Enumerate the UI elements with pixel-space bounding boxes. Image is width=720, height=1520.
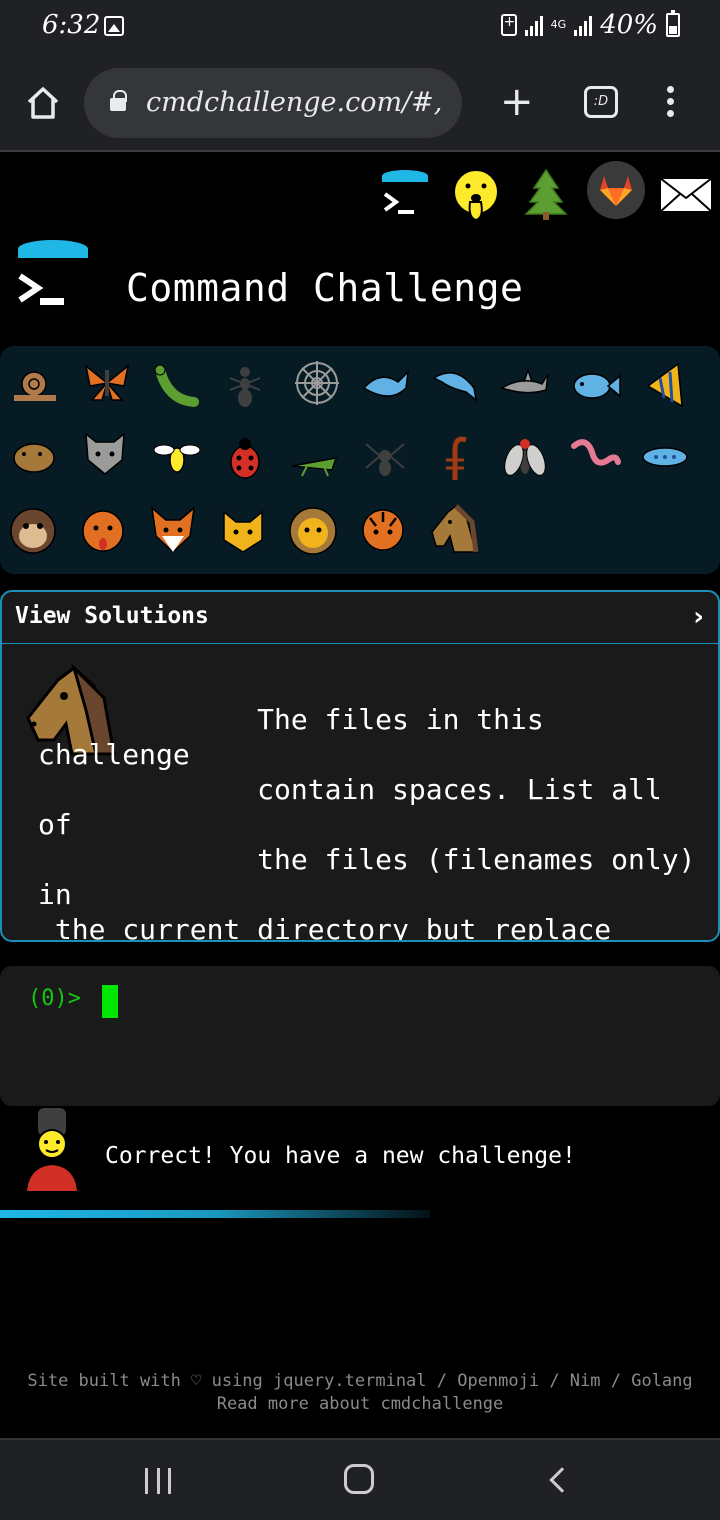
feedback-message: Correct! You have a new challenge! <box>105 1143 576 1169</box>
terminal[interactable]: (0)> <box>0 966 720 1106</box>
browser-toolbar: cmdchallenge.com/#, + :D <box>0 56 720 152</box>
battery-percent: 40% <box>600 10 658 40</box>
footer-read-more-link[interactable]: Read more about cmdchallenge <box>0 1394 720 1414</box>
dog-icon[interactable] <box>76 504 130 558</box>
progress-bar <box>0 1210 430 1218</box>
address-bar[interactable]: cmdchallenge.com/#, <box>84 68 462 138</box>
new-tab-button[interactable]: + <box>500 82 534 122</box>
view-solutions-label: View Solutions <box>15 603 209 629</box>
url-text: cmdchallenge.com/#, <box>146 87 443 118</box>
tab-switcher-button[interactable]: :D <box>584 86 618 118</box>
challenge-grid <box>0 346 720 574</box>
terminal-prompt: (0)> <box>28 986 81 1011</box>
status-time: 6:32 <box>42 10 101 40</box>
butterfly-icon[interactable] <box>80 356 134 410</box>
cell-signal-icon <box>574 14 593 36</box>
shark-icon[interactable] <box>498 360 552 414</box>
envelope-icon[interactable] <box>658 166 714 222</box>
lock-icon <box>110 90 127 111</box>
guardsman-icon <box>24 1108 80 1192</box>
wifi-signal-icon <box>524 14 543 36</box>
home-button-icon[interactable] <box>344 1464 374 1494</box>
cricket-icon[interactable] <box>288 432 342 486</box>
cat-icon[interactable] <box>216 504 270 558</box>
tiger-icon[interactable] <box>356 502 410 556</box>
network-type: 4G <box>550 18 567 31</box>
status-bar: 6:32 4G 40% <box>0 0 720 56</box>
chevron-right-icon[interactable]: › <box>693 602 704 632</box>
site-logo-icon[interactable] <box>14 238 90 314</box>
fly-icon[interactable] <box>498 430 552 484</box>
footer-credits: Site built with ♡ using jquery.terminal … <box>27 1371 693 1391</box>
bee-icon[interactable] <box>150 430 204 484</box>
shushing-face-icon[interactable] <box>448 166 504 222</box>
recent-apps-icon[interactable] <box>145 1468 171 1494</box>
snail-icon[interactable] <box>8 358 62 412</box>
header-icons <box>0 154 720 226</box>
terminal-logo-icon[interactable] <box>376 166 432 222</box>
spider-icon[interactable] <box>358 430 412 484</box>
fox-icon[interactable] <box>146 502 200 556</box>
fish-icon[interactable] <box>568 358 622 412</box>
system-nav-bar <box>0 1438 720 1520</box>
whale-icon[interactable] <box>360 358 414 412</box>
horse-icon[interactable] <box>426 502 480 556</box>
gitlab-icon[interactable] <box>586 160 646 220</box>
battery-icon <box>666 10 680 37</box>
bug-icon[interactable] <box>150 360 204 414</box>
status-indicators: 4G 40% <box>500 10 680 40</box>
scorpion-icon[interactable] <box>428 430 482 484</box>
back-icon[interactable] <box>549 1467 575 1493</box>
gallery-notification-icon <box>104 16 124 36</box>
tree-icon[interactable] <box>518 166 574 222</box>
view-solutions-header[interactable]: View Solutions › <box>2 592 718 644</box>
battery-saver-icon <box>500 14 517 36</box>
ant-icon[interactable] <box>218 358 272 412</box>
lion-icon[interactable] <box>286 504 340 558</box>
home-icon[interactable] <box>26 86 60 120</box>
microbe-icon[interactable] <box>638 430 692 484</box>
wolf-icon[interactable] <box>78 426 132 480</box>
spider-web-icon[interactable] <box>290 356 344 410</box>
dolphin-icon[interactable] <box>428 358 482 412</box>
challenge-description: The files in this challenge contain spac… <box>38 703 696 942</box>
worm-icon[interactable] <box>568 430 622 484</box>
hedgehog-icon[interactable] <box>8 428 62 482</box>
challenge-panel: View Solutions › The files in this chall… <box>0 590 720 942</box>
ladybug-icon[interactable] <box>218 430 272 484</box>
tropical-fish-icon[interactable] <box>638 358 692 412</box>
browser-menu-icon[interactable] <box>664 86 676 120</box>
monkey-icon[interactable] <box>6 504 60 558</box>
page-title: Command Challenge <box>126 266 524 310</box>
terminal-cursor[interactable] <box>102 985 118 1018</box>
